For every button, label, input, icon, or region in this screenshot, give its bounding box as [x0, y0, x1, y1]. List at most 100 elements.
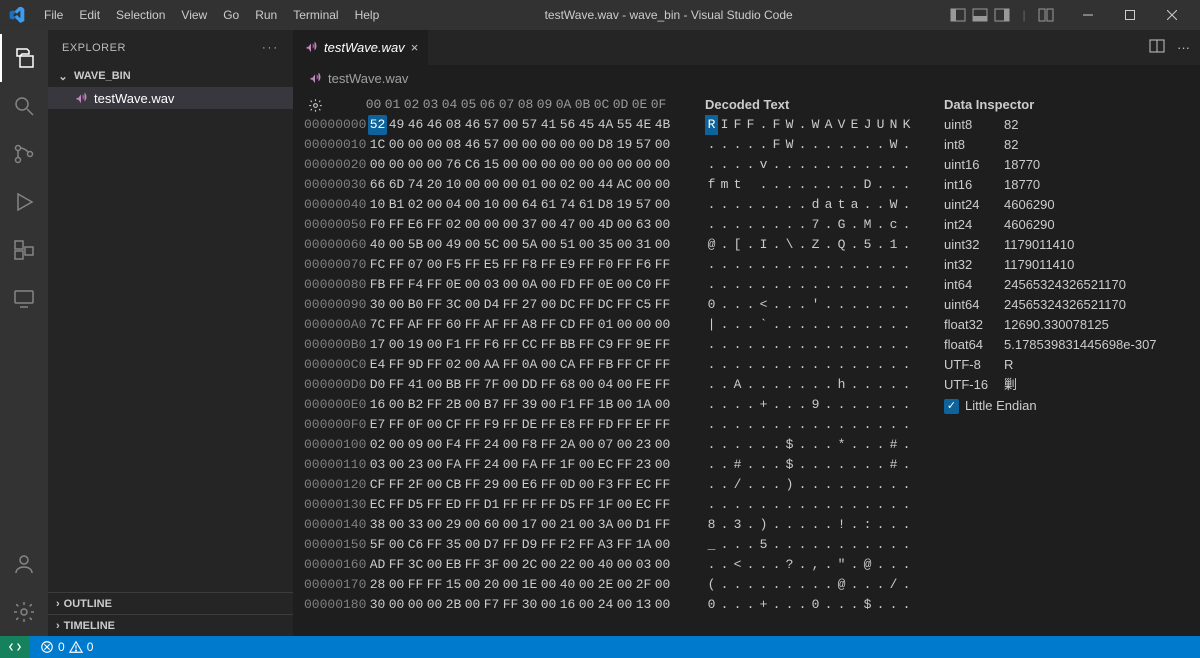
- decoded-char[interactable]: .: [783, 335, 796, 355]
- decoded-char[interactable]: $: [861, 595, 874, 615]
- hex-settings-icon[interactable]: [304, 95, 364, 115]
- hex-byte[interactable]: FF: [501, 315, 520, 335]
- decoded-char[interactable]: .: [796, 515, 809, 535]
- hex-byte[interactable]: 3F: [482, 555, 501, 575]
- hex-byte[interactable]: 00: [653, 175, 672, 195]
- decoded-char[interactable]: .: [744, 395, 757, 415]
- decoded-char[interactable]: .: [718, 315, 731, 335]
- menu-file[interactable]: File: [36, 4, 71, 26]
- hex-byte[interactable]: 0E: [444, 275, 463, 295]
- hex-byte[interactable]: 01: [520, 175, 539, 195]
- decoded-char[interactable]: .: [848, 455, 861, 475]
- hex-byte[interactable]: FF: [425, 575, 444, 595]
- hex-byte[interactable]: 00: [463, 595, 482, 615]
- hex-row[interactable]: 000001505F00C6FF3500D7FFD9FFF2FFA3FF1A00: [304, 535, 705, 555]
- decoded-char[interactable]: .: [744, 415, 757, 435]
- decoded-char[interactable]: .: [809, 275, 822, 295]
- decoded-char[interactable]: .: [887, 155, 900, 175]
- decoded-char[interactable]: .: [705, 495, 718, 515]
- hex-byte[interactable]: 00: [425, 595, 444, 615]
- hex-byte[interactable]: 00: [653, 535, 672, 555]
- decoded-char[interactable]: .: [757, 375, 770, 395]
- decoded-row[interactable]: ..<...?.,.".@...: [705, 555, 930, 575]
- hex-byte[interactable]: F2: [558, 535, 577, 555]
- decoded-char[interactable]: .: [718, 455, 731, 475]
- hex-byte[interactable]: FF: [577, 275, 596, 295]
- decoded-char[interactable]: .: [796, 295, 809, 315]
- hex-byte[interactable]: 00: [615, 495, 634, 515]
- decoded-char[interactable]: .: [835, 255, 848, 275]
- decoded-char[interactable]: .: [731, 255, 744, 275]
- hex-byte[interactable]: 00: [463, 295, 482, 315]
- decoded-char[interactable]: +: [757, 595, 770, 615]
- hex-byte[interactable]: 1F: [596, 495, 615, 515]
- decoded-row[interactable]: ........7.G.M.c.: [705, 215, 930, 235]
- hex-byte[interactable]: FF: [539, 495, 558, 515]
- decoded-char[interactable]: .: [770, 415, 783, 435]
- decoded-char[interactable]: .: [874, 175, 887, 195]
- decoded-char[interactable]: .: [796, 335, 809, 355]
- decoded-char[interactable]: .: [848, 175, 861, 195]
- decoded-char[interactable]: .: [900, 475, 913, 495]
- decoded-char[interactable]: .: [835, 175, 848, 195]
- hex-byte[interactable]: 00: [501, 135, 520, 155]
- decoded-char[interactable]: .: [874, 135, 887, 155]
- hex-byte[interactable]: FF: [615, 535, 634, 555]
- hex-byte[interactable]: 63: [634, 215, 653, 235]
- hex-byte[interactable]: 23: [634, 435, 653, 455]
- hex-byte[interactable]: 00: [463, 535, 482, 555]
- hex-byte[interactable]: 2B: [444, 595, 463, 615]
- decoded-char[interactable]: .: [705, 435, 718, 455]
- hex-byte[interactable]: 55: [615, 115, 634, 135]
- hex-byte[interactable]: E5: [482, 255, 501, 275]
- decoded-char[interactable]: .: [861, 355, 874, 375]
- decoded-row[interactable]: fmt ........D...: [705, 175, 930, 195]
- decoded-char[interactable]: J: [861, 115, 874, 135]
- decoded-char[interactable]: @: [861, 555, 874, 575]
- decoded-char[interactable]: .: [757, 195, 770, 215]
- hex-byte[interactable]: 00: [387, 395, 406, 415]
- hex-row[interactable]: 0000004010B102000400100064617461D8195700: [304, 195, 705, 215]
- decoded-char[interactable]: .: [731, 195, 744, 215]
- decoded-char[interactable]: .: [783, 155, 796, 175]
- hex-byte[interactable]: FF: [577, 295, 596, 315]
- decoded-row[interactable]: ..#...$.......#.: [705, 455, 930, 475]
- hex-row[interactable]: 00000120CFFF2F00CBFF2900E6FF0D00F3FFECFF: [304, 475, 705, 495]
- hex-row[interactable]: 00000050F0FFE6FF02000000370047004D006300: [304, 215, 705, 235]
- hex-byte[interactable]: 00: [577, 475, 596, 495]
- decoded-char[interactable]: .: [874, 495, 887, 515]
- hex-byte[interactable]: D5: [558, 495, 577, 515]
- decoded-char[interactable]: .: [757, 335, 770, 355]
- decoded-char[interactable]: .: [770, 295, 783, 315]
- hex-byte[interactable]: FF: [501, 415, 520, 435]
- decoded-char[interactable]: .: [887, 295, 900, 315]
- decoded-char[interactable]: a: [822, 195, 835, 215]
- hex-byte[interactable]: 02: [406, 195, 425, 215]
- hex-byte[interactable]: AD: [368, 555, 387, 575]
- hex-row[interactable]: 000000200000000076C615000000000000000000: [304, 155, 705, 175]
- decoded-char[interactable]: .: [744, 355, 757, 375]
- decoded-char[interactable]: /: [731, 475, 744, 495]
- hex-byte[interactable]: DC: [596, 295, 615, 315]
- hex-byte[interactable]: C0: [634, 275, 653, 295]
- decoded-char[interactable]: 7: [809, 215, 822, 235]
- hex-byte[interactable]: 24: [482, 435, 501, 455]
- hex-row[interactable]: 000000A07CFFAFFF60FFAFFFA8FFCDFF01000000: [304, 315, 705, 335]
- hex-byte[interactable]: CF: [444, 415, 463, 435]
- decoded-char[interactable]: .: [757, 115, 770, 135]
- decoded-char[interactable]: .: [874, 315, 887, 335]
- hex-byte[interactable]: FF: [615, 455, 634, 475]
- hex-byte[interactable]: D4: [482, 295, 501, 315]
- hex-byte[interactable]: 46: [406, 115, 425, 135]
- decoded-char[interactable]: .: [900, 575, 913, 595]
- hex-byte[interactable]: F1: [558, 395, 577, 415]
- hex-byte[interactable]: CF: [634, 355, 653, 375]
- decoded-char[interactable]: .: [770, 575, 783, 595]
- inspector-row-int16[interactable]: int1618770: [944, 175, 1190, 195]
- decoded-char[interactable]: .: [848, 315, 861, 335]
- hex-byte[interactable]: 08: [444, 115, 463, 135]
- hex-byte[interactable]: FF: [539, 455, 558, 475]
- hex-byte[interactable]: FF: [425, 395, 444, 415]
- hex-byte[interactable]: B0: [406, 295, 425, 315]
- hex-byte[interactable]: 15: [482, 155, 501, 175]
